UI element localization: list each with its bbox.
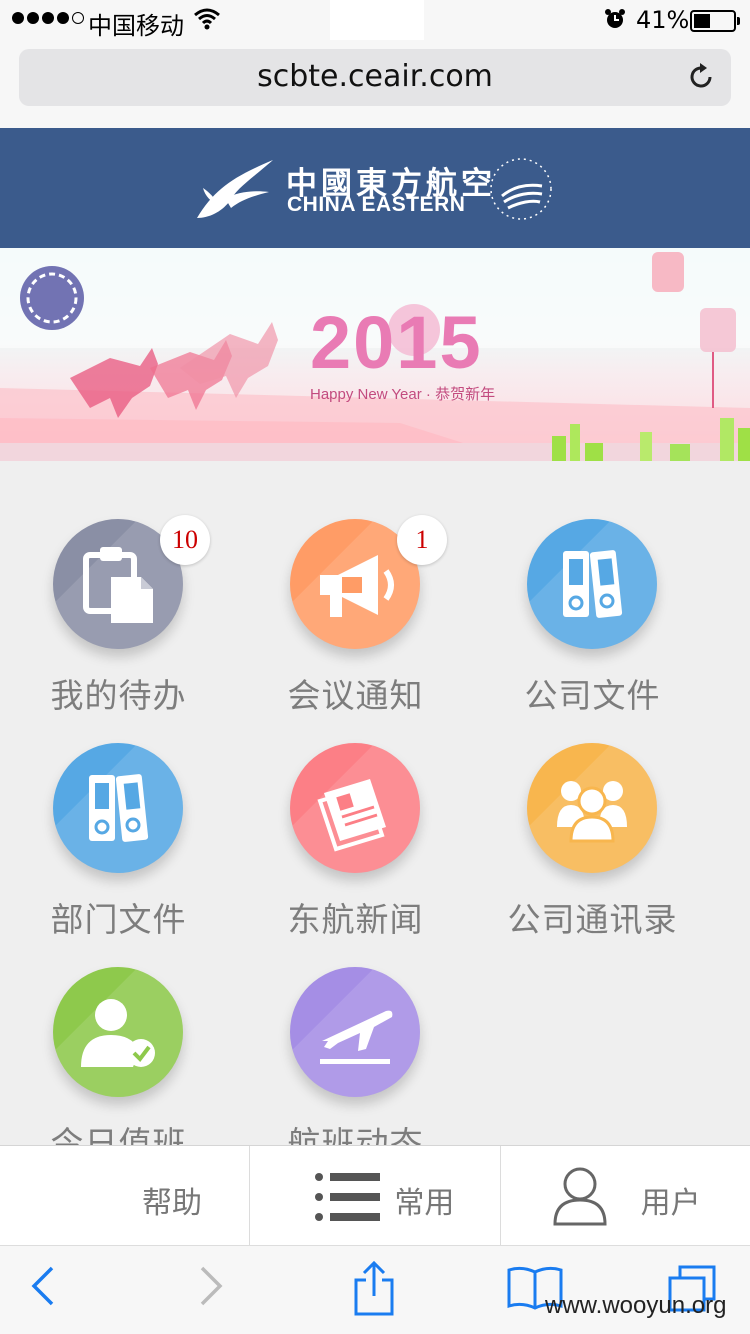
newspaper-icon [317, 779, 386, 852]
todo-count-badge: 10 [160, 515, 210, 565]
tile-label: 今日值班 [50, 1124, 187, 1146]
back-icon[interactable] [30, 1264, 56, 1308]
wifi-icon [194, 8, 220, 30]
status-bar-mask [330, 0, 424, 40]
watermark-text: www.wooyun.org [545, 1292, 727, 1319]
battery-icon [690, 10, 740, 32]
contacts-group-icon [557, 781, 627, 843]
tile-label: 部门文件 [50, 900, 187, 939]
tile-label: 会议通知 [287, 676, 424, 715]
status-bar: 中国移动 41% [0, 0, 750, 40]
tab-common[interactable]: 常用 [250, 1146, 501, 1245]
tile-label: 东航新闻 [287, 900, 424, 939]
address-bar[interactable]: scbte.ceair.com [19, 49, 731, 106]
tab-help[interactable]: 帮助 [0, 1146, 251, 1245]
tile-label: 公司文件 [524, 676, 661, 715]
tab-user-label: 用户 [640, 1186, 701, 1221]
brand-name-english: CHINA EASTERN [287, 193, 466, 216]
binder-icon [563, 550, 623, 618]
china-eastern-logo-icon [197, 160, 273, 218]
tile-label: 航班动态 [287, 1124, 424, 1146]
binder-icon [89, 774, 149, 842]
list-icon [315, 1173, 381, 1221]
bottom-tab-bar: 帮助 常用 用户 [0, 1145, 750, 1245]
plane-takeoff-icon [320, 1010, 393, 1064]
browser-toolbar [0, 1245, 750, 1334]
tile-label: 公司通讯录 [507, 900, 678, 939]
module-grid: 10 我的待办 1 会议通知 公司文件 部门文件 东航新闻 公司通讯录 今日值班… [0, 461, 750, 1146]
tab-common-label: 常用 [394, 1186, 455, 1221]
meeting-count-badge: 1 [397, 515, 447, 565]
carrier-name: 中国移动 [88, 12, 184, 40]
banner-year: 2015 [310, 301, 483, 384]
signal-dots [12, 12, 84, 24]
reload-icon[interactable] [685, 61, 717, 93]
url-text: scbte.ceair.com [257, 59, 493, 94]
banner-tagline: Happy New Year · 恭贺新年 [310, 386, 496, 403]
skyteam-logo-icon [490, 158, 552, 220]
user-icon [553, 1167, 607, 1226]
tab-help-label: 帮助 [142, 1186, 202, 1221]
user-check-icon [81, 999, 155, 1067]
browser-address-area: scbte.ceair.com [0, 40, 750, 128]
battery-percent: 41% [636, 6, 690, 34]
tile-label: 我的待办 [50, 676, 187, 715]
share-icon[interactable] [352, 1260, 396, 1316]
forward-icon[interactable] [198, 1264, 224, 1308]
alarm-icon [605, 9, 625, 28]
tab-user[interactable]: 用户 [501, 1146, 750, 1245]
